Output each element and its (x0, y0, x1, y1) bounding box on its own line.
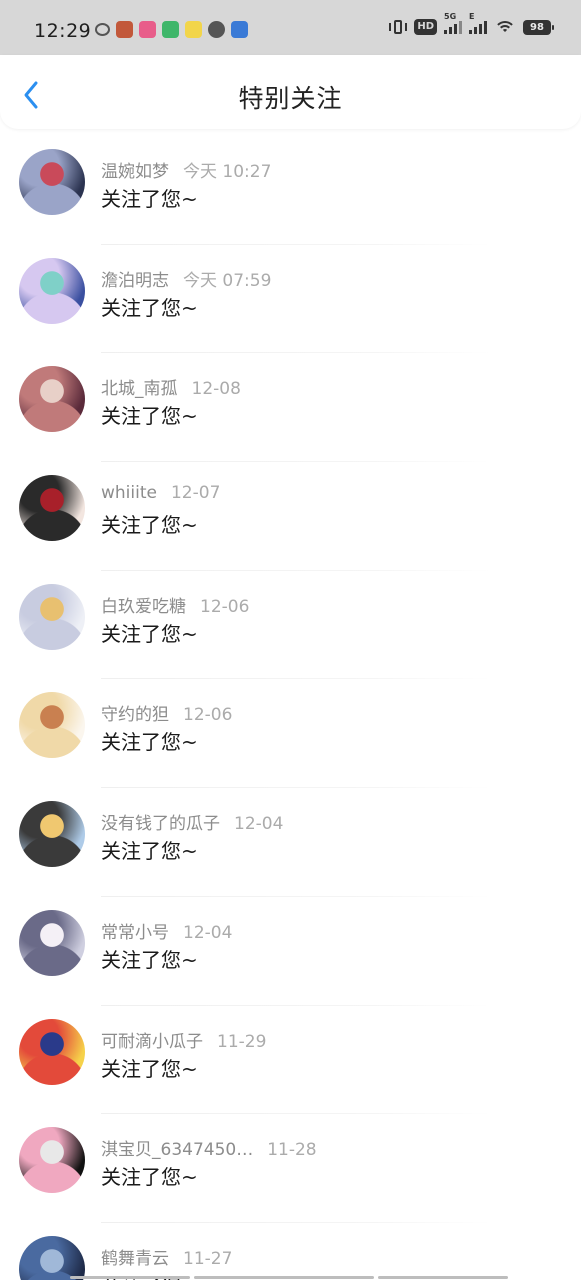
list-item-meta: 常常小号 12-04 (101, 918, 232, 943)
battery-icon: 98 (523, 19, 554, 35)
user-name[interactable]: 可耐滴小瓜子 (101, 1027, 203, 1052)
vibrate-icon (389, 20, 408, 34)
browser-app-icon (231, 21, 248, 38)
page-title: 特别关注 (238, 84, 343, 113)
list-item[interactable]: 白玖爱吃糖 12-06 关注了您~ (0, 571, 581, 680)
network-label-5g: 5G (444, 12, 457, 21)
hd-icon: HD (414, 19, 437, 35)
list-item-meta: 守约的狚 12-06 (101, 700, 232, 725)
bottom-scroll-indicator (70, 1276, 508, 1279)
user-name[interactable]: whiiite (101, 483, 157, 503)
notification-message: 关注了您~ (101, 1056, 198, 1081)
avatar[interactable] (19, 257, 85, 324)
list-item-meta: 澹泊明志 今天 07:59 (101, 266, 271, 291)
notification-message: 关注了您~ (101, 947, 198, 972)
user-name[interactable]: 鹤舞青云 (101, 1244, 169, 1269)
app-header: 特别关注 (0, 55, 581, 129)
notification-message: 关注了您~ (101, 839, 198, 864)
avatar[interactable] (19, 1127, 85, 1194)
user-name[interactable]: 温婉如梦 (101, 157, 169, 182)
notification-message: 关注了您~ (101, 730, 198, 755)
list-item[interactable]: 鹤舞青云11-27关注了您~ (0, 1223, 581, 1280)
user-name[interactable]: 守约的狚 (101, 700, 169, 725)
pinwheel-icon (208, 21, 225, 38)
list-item[interactable]: 没有钱了的瓜子 12-04 关注了您~ (0, 788, 581, 897)
signal-5g-icon: 5G (444, 12, 462, 34)
avatar[interactable] (19, 692, 85, 759)
timestamp: 12-08 (191, 379, 241, 400)
user-name[interactable]: 常常小号 (101, 918, 169, 943)
list-item-meta: whiiite 12-07 (101, 483, 220, 503)
list-item[interactable]: 淇宝贝_6347450… 11-28 关注了您~ (0, 1114, 581, 1223)
follower-list: 温婉如梦 今天 10:27 关注了您~ 澹泊明志 今天 07:59 关注了您~ 北城_南孤 1… (0, 136, 581, 1280)
list-item-meta: 温婉如梦 今天 10:27 (101, 157, 271, 182)
list-item-meta: 白玖爱吃糖 12-06 (101, 592, 249, 617)
list-item-meta: 淇宝贝_6347450… 11-28 (101, 1135, 317, 1160)
list-item[interactable]: 北城_南孤 12-08 关注了您~ (0, 353, 581, 463)
signal-e-icon: E (469, 12, 487, 34)
user-name[interactable]: 没有钱了的瓜子 (101, 809, 220, 834)
notification-message: 关注了您~ (101, 513, 198, 538)
notification-icons (95, 21, 248, 38)
avatar[interactable] (19, 801, 85, 868)
game-app-icon (116, 21, 133, 38)
avatar[interactable] (19, 583, 85, 650)
video-app-icon (162, 21, 179, 38)
bilibili-icon (139, 21, 156, 38)
list-item[interactable]: 澹泊明志 今天 07:59 关注了您~ (0, 245, 581, 354)
notification-message: 关注了您~ (101, 404, 198, 429)
list-item[interactable]: 常常小号 12-04 关注了您~ (0, 897, 581, 1006)
list-item-meta: 可耐滴小瓜子 11-29 (101, 1027, 266, 1052)
notification-message: 关注了您~ (101, 1165, 198, 1190)
chat-app-icon (185, 21, 202, 38)
avatar[interactable] (19, 1018, 85, 1085)
network-label-e: E (469, 12, 475, 21)
list-item[interactable]: 可耐滴小瓜子 11-29 关注了您~ (0, 1006, 581, 1115)
notification-message: 关注了您~ (101, 295, 198, 320)
user-name[interactable]: 澹泊明志 (101, 266, 169, 291)
user-name[interactable]: 北城_南孤 (101, 374, 178, 399)
list-item[interactable]: 温婉如梦 今天 10:27 关注了您~ (0, 136, 581, 245)
status-bar: 12:29 HD 5G E 98 (0, 0, 581, 55)
avatar[interactable] (19, 475, 85, 542)
timestamp: 11-28 (267, 1140, 317, 1161)
list-item-meta: 北城_南孤 12-08 (101, 374, 241, 399)
avatar[interactable] (19, 909, 85, 976)
list-item-meta: 没有钱了的瓜子 12-04 (101, 809, 283, 834)
avatar[interactable] (19, 149, 85, 215)
user-name[interactable]: 白玖爱吃糖 (101, 592, 186, 617)
list-item[interactable]: 守约的狚 12-06 关注了您~ (0, 679, 581, 789)
user-name[interactable]: 淇宝贝_6347450… (101, 1135, 253, 1160)
timestamp: 12-07 (170, 483, 221, 504)
timestamp: 12-06 (200, 596, 250, 617)
wifi-icon (494, 19, 516, 35)
timestamp: 12-04 (234, 814, 284, 835)
status-time: 12:29 (34, 20, 92, 42)
notification-message: 关注了您~ (101, 187, 198, 211)
timestamp: 12-04 (183, 922, 233, 943)
list-item-meta: 鹤舞青云 11-27 (101, 1244, 232, 1269)
notification-message: 关注了您~ (101, 621, 198, 646)
wechat-icon (95, 23, 110, 36)
avatar[interactable] (19, 1235, 85, 1280)
list-item[interactable]: whiiite 12-07 关注了您~ (0, 462, 581, 571)
avatar[interactable] (19, 366, 85, 433)
timestamp: 今天 10:27 (183, 162, 272, 182)
timestamp: 12-06 (183, 705, 233, 726)
status-indicators: HD 5G E 98 (389, 12, 554, 35)
timestamp: 今天 07:59 (183, 270, 272, 291)
timestamp: 11-29 (217, 1031, 267, 1052)
timestamp: 11-27 (183, 1248, 233, 1269)
